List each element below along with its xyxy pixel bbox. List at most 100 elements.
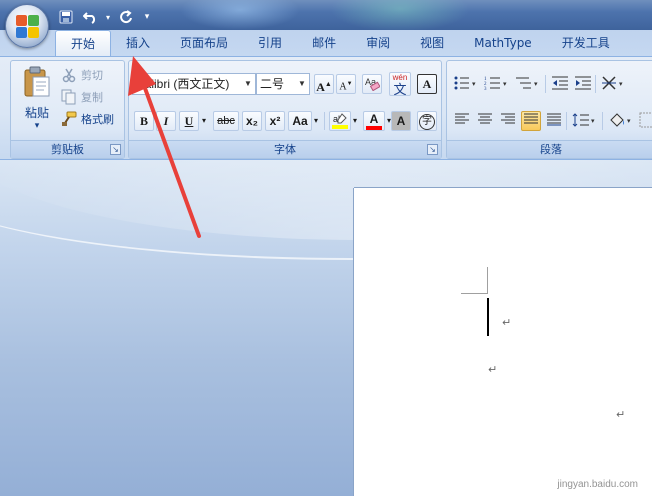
grow-font-button[interactable]: A▲ bbox=[314, 74, 334, 94]
clipboard-dialog-launcher[interactable]: ↘ bbox=[110, 144, 121, 155]
font-size-combo[interactable]: 二号 ▼ bbox=[256, 73, 310, 95]
tab-home[interactable]: 开始 bbox=[55, 30, 112, 56]
svg-text:▾: ▾ bbox=[534, 80, 538, 88]
line-spacing-button[interactable]: ▾ bbox=[571, 111, 599, 131]
clear-formatting-button[interactable]: Aa bbox=[362, 74, 382, 94]
copy-label: 复制 bbox=[81, 91, 103, 104]
character-shading-button[interactable]: A bbox=[391, 111, 411, 131]
character-border-button[interactable]: A bbox=[417, 74, 437, 94]
font-family-combo[interactable]: Calibri (西文正文) ▼ bbox=[132, 73, 256, 95]
strikethrough-button[interactable]: abc bbox=[213, 111, 239, 131]
align-left-button[interactable] bbox=[452, 111, 472, 131]
paste-button[interactable]: 粘贴 ▾ bbox=[17, 64, 57, 134]
svg-text:▾: ▾ bbox=[627, 117, 631, 125]
copy-button[interactable]: 复制 bbox=[61, 87, 103, 107]
font-color-button[interactable]: A bbox=[363, 111, 385, 131]
multilevel-list-icon: ▾ bbox=[516, 77, 538, 89]
margin-corner-mark bbox=[461, 293, 488, 294]
phonetic-guide-button[interactable]: wén 文 bbox=[389, 72, 411, 96]
cut-button[interactable]: 剪切 bbox=[61, 65, 103, 85]
tab-review[interactable]: 审阅 bbox=[351, 30, 405, 56]
borders-icon bbox=[639, 112, 652, 128]
tab-page-layout[interactable]: 页面布局 bbox=[165, 30, 243, 56]
font-group: Calibri (西文正文) ▼ 二号 ▼ A▲ A▼ Aa wén 文 A B… bbox=[128, 60, 442, 159]
copy-icon bbox=[61, 89, 77, 105]
paste-icon bbox=[23, 66, 51, 98]
increase-indent-button[interactable] bbox=[573, 74, 593, 94]
document-workspace: ↵ ↵ ↵ bbox=[0, 160, 652, 496]
tab-mailings[interactable]: 邮件 bbox=[297, 30, 351, 56]
superscript-button[interactable]: x² bbox=[265, 111, 285, 131]
redo-icon[interactable] bbox=[116, 7, 136, 27]
shrink-font-button[interactable]: A▼ bbox=[336, 74, 356, 94]
scissors-icon bbox=[61, 67, 77, 83]
undo-dropdown-icon[interactable]: ▾ bbox=[104, 7, 112, 27]
multilevel-list-button[interactable]: ▾ bbox=[514, 74, 542, 94]
tab-mathtype[interactable]: MathType bbox=[459, 30, 547, 56]
save-icon[interactable] bbox=[56, 7, 76, 27]
tab-view[interactable]: 视图 bbox=[405, 30, 459, 56]
svg-text:▾: ▾ bbox=[472, 80, 476, 88]
numbering-icon: 123▾ bbox=[484, 77, 507, 92]
paragraph-mark: ↵ bbox=[616, 408, 626, 421]
font-group-label: 字体 bbox=[129, 140, 441, 158]
subscript-button[interactable]: x₂ bbox=[242, 111, 262, 131]
font-size-value: 二号 bbox=[260, 77, 285, 91]
line-spacing-icon: ▾ bbox=[572, 113, 595, 127]
shading-button[interactable]: ▾ bbox=[607, 111, 635, 131]
svg-text:▾: ▾ bbox=[619, 80, 623, 88]
align-center-button[interactable] bbox=[475, 111, 495, 131]
format-painter-button[interactable]: 格式刷 bbox=[61, 109, 114, 129]
undo-icon[interactable] bbox=[80, 7, 100, 27]
font-dialog-launcher[interactable]: ↘ bbox=[427, 144, 438, 155]
change-case-dropdown-icon[interactable]: ▾ bbox=[311, 111, 321, 131]
tab-references[interactable]: 引用 bbox=[243, 30, 297, 56]
decrease-indent-button[interactable] bbox=[550, 74, 570, 94]
ribbon: 粘贴 ▾ 剪切 复制 格式刷 剪贴板 ↘ Calibri (西文正文) ▼ 二号… bbox=[0, 56, 652, 160]
paragraph-mark: ↵ bbox=[488, 363, 498, 376]
align-center-icon bbox=[478, 113, 492, 124]
paint-bucket-icon: ▾ bbox=[610, 113, 631, 127]
separator bbox=[595, 75, 596, 93]
paste-dropdown-icon[interactable]: ▾ bbox=[17, 121, 57, 131]
ribbon-tabs: 开始 插入 页面布局 引用 邮件 审阅 视图 MathType 开发工具 bbox=[55, 30, 625, 56]
format-painter-icon bbox=[61, 111, 77, 127]
separator bbox=[324, 112, 325, 130]
office-button[interactable] bbox=[5, 4, 49, 48]
align-right-button[interactable] bbox=[498, 111, 518, 131]
customize-qat-icon[interactable]: ▾ bbox=[140, 7, 154, 27]
align-left-icon bbox=[455, 113, 469, 124]
distributed-icon bbox=[547, 113, 561, 126]
paste-label: 粘贴 bbox=[24, 106, 49, 120]
bullets-button[interactable]: ▾ bbox=[452, 74, 480, 94]
cut-label: 剪切 bbox=[81, 69, 103, 82]
underline-dropdown-icon[interactable]: ▾ bbox=[199, 111, 209, 131]
paragraph-mark: ↵ bbox=[502, 316, 512, 329]
chevron-down-icon: ▼ bbox=[244, 79, 252, 88]
underline-button[interactable]: U bbox=[179, 111, 199, 131]
numbering-button[interactable]: 1 2 3 ▾ bbox=[483, 74, 511, 94]
quick-access-toolbar: ▾ ▾ bbox=[56, 6, 154, 28]
clipboard-group-label: 剪贴板 bbox=[11, 140, 124, 158]
tab-developer[interactable]: 开发工具 bbox=[547, 30, 625, 56]
change-case-button[interactable]: Aa bbox=[288, 111, 312, 131]
svg-text:▾: ▾ bbox=[591, 117, 595, 125]
enclose-characters-button[interactable]: 字 bbox=[417, 111, 437, 131]
bullets-icon: ▾ bbox=[454, 76, 476, 90]
bold-button[interactable]: B bbox=[134, 111, 154, 131]
separator bbox=[566, 112, 567, 130]
tab-insert[interactable]: 插入 bbox=[111, 30, 165, 56]
text-highlight-button[interactable]: ab bbox=[329, 111, 351, 131]
margin-corner-mark bbox=[487, 267, 488, 294]
highlighter-icon: ab bbox=[332, 113, 348, 129]
font-family-value: Calibri (西文正文) bbox=[136, 77, 230, 91]
chinese-layout-icon: ▾ bbox=[602, 76, 623, 90]
distributed-button[interactable] bbox=[544, 111, 564, 131]
clipboard-group: 粘贴 ▾ 剪切 复制 格式刷 剪贴板 ↘ bbox=[10, 60, 125, 159]
svg-text:3: 3 bbox=[484, 87, 487, 91]
chinese-layout-button[interactable]: ▾ bbox=[600, 74, 628, 94]
italic-button[interactable]: I bbox=[156, 111, 176, 131]
justify-button[interactable] bbox=[521, 111, 541, 131]
highlight-dropdown-icon[interactable]: ▾ bbox=[350, 111, 360, 131]
borders-button[interactable] bbox=[637, 111, 652, 131]
